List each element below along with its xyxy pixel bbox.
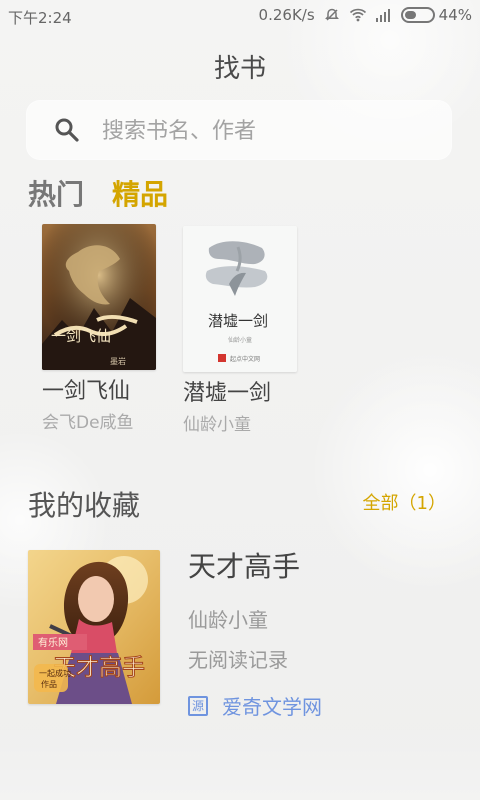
tab-hot[interactable]: 热门: [28, 178, 84, 212]
svg-text:一起成功: 一起成功: [39, 668, 71, 678]
battery-level-fill: [404, 11, 416, 19]
battery-icon: [400, 7, 435, 23]
book-author: 会飞De咸鱼: [42, 413, 134, 433]
status-time: 下午2:24: [8, 9, 72, 27]
svg-text:起点中文网: 起点中文网: [230, 355, 260, 363]
favorites-section-title: 我的收藏: [28, 489, 141, 522]
view-all-favorites-link[interactable]: 全部（1）: [363, 489, 446, 515]
favorite-book-cover[interactable]: 有乐网 天才高手 一起成功 作品: [28, 550, 160, 704]
favorite-book-source[interactable]: 源 爱奇文学网: [188, 691, 322, 720]
reading-progress: 无阅读记录: [188, 648, 288, 672]
page-title: 找书: [213, 54, 266, 84]
featured-book-card[interactable]: 潜墟一剑 仙龄小童 起点中文网 潜墟一剑 仙龄小童: [183, 226, 297, 436]
search-input[interactable]: [100, 112, 424, 150]
status-bar: 下午2:24 0.26K/s 44%: [0, 0, 480, 32]
book-title[interactable]: 一剑飞仙: [42, 378, 156, 406]
source-icon: 源: [188, 695, 208, 716]
book-cover[interactable]: 一剑飞仙 墨岩: [42, 224, 156, 370]
book-tabs: 热门 精品: [28, 178, 168, 212]
book-title[interactable]: 潜墟一剑: [183, 380, 297, 408]
tab-premium[interactable]: 精品: [112, 178, 168, 212]
battery-percent: 44%: [438, 6, 472, 24]
favorite-book-author: 仙龄小童: [188, 608, 268, 632]
status-right-cluster: 0.26K/s 44%: [259, 6, 472, 24]
wifi-icon: [349, 7, 367, 23]
svg-text:墨岩: 墨岩: [110, 356, 126, 366]
search-icon: [53, 116, 81, 144]
svg-text:有乐网: 有乐网: [38, 636, 68, 649]
battery: 44%: [400, 6, 472, 24]
book-cover-title: 一剑飞仙: [51, 327, 111, 345]
svg-text:作品: 作品: [41, 679, 57, 689]
book-cover[interactable]: 潜墟一剑 仙龄小童 起点中文网: [183, 226, 297, 372]
favorite-book-item[interactable]: 有乐网 天才高手 一起成功 作品 天才高手 仙龄小童 无阅读记录 源 爱奇文学网: [28, 550, 458, 719]
signal-icon: [375, 7, 393, 23]
bottom-fade: [0, 720, 480, 800]
do-not-disturb-icon: [323, 7, 341, 23]
book-author: 仙龄小童: [183, 415, 251, 435]
featured-book-card[interactable]: 一剑飞仙 墨岩 一剑飞仙 会飞De咸鱼: [42, 224, 156, 434]
network-speed: 0.26K/s: [258, 6, 315, 24]
svg-text:仙龄小童: 仙龄小童: [228, 336, 252, 344]
source-name[interactable]: 爱奇文学网: [222, 691, 322, 720]
book-cover-title: 潜墟一剑: [208, 312, 268, 330]
search-bar[interactable]: [26, 100, 452, 160]
favorite-book-title[interactable]: 天才高手: [188, 550, 300, 584]
